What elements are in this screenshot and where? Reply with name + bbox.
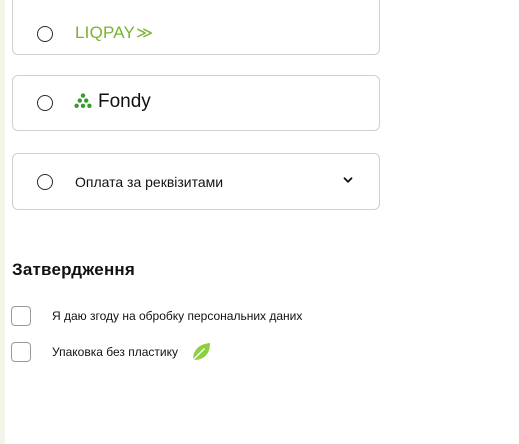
payment-option-fondy[interactable]: Fondy [12, 75, 380, 131]
liqpay-logo: LIQPAY≫ [75, 23, 153, 43]
payment-option-liqpay[interactable]: LIQPAY≫ [12, 0, 380, 55]
radio-bank-details[interactable] [37, 174, 53, 190]
consent-label: Я даю згоду на обробку персональних дани… [52, 309, 303, 323]
fondy-logo-text: Fondy [98, 91, 151, 112]
consent-checkbox-row[interactable]: Я даю згоду на обробку персональних дани… [11, 305, 302, 327]
bank-details-label: Оплата за реквізитами [75, 174, 224, 190]
consent-checkbox[interactable] [11, 306, 31, 326]
payment-option-bank-details[interactable]: Оплата за реквізитами [12, 153, 380, 210]
no-plastic-checkbox[interactable] [11, 342, 31, 362]
fondy-logo-icon [74, 93, 92, 108]
no-plastic-label: Упаковка без пластику [52, 345, 178, 359]
liqpay-chevrons-icon: ≫ [136, 25, 154, 42]
page-side-strip [0, 0, 5, 444]
liqpay-logo-text: LIQPAY [75, 23, 136, 42]
chevron-down-icon[interactable] [342, 174, 354, 186]
radio-liqpay[interactable] [37, 26, 53, 42]
no-plastic-checkbox-row[interactable]: Упаковка без пластику [11, 341, 212, 363]
leaf-icon [192, 343, 210, 361]
radio-fondy[interactable] [37, 95, 53, 111]
confirmation-title: Затвердження [12, 260, 136, 279]
